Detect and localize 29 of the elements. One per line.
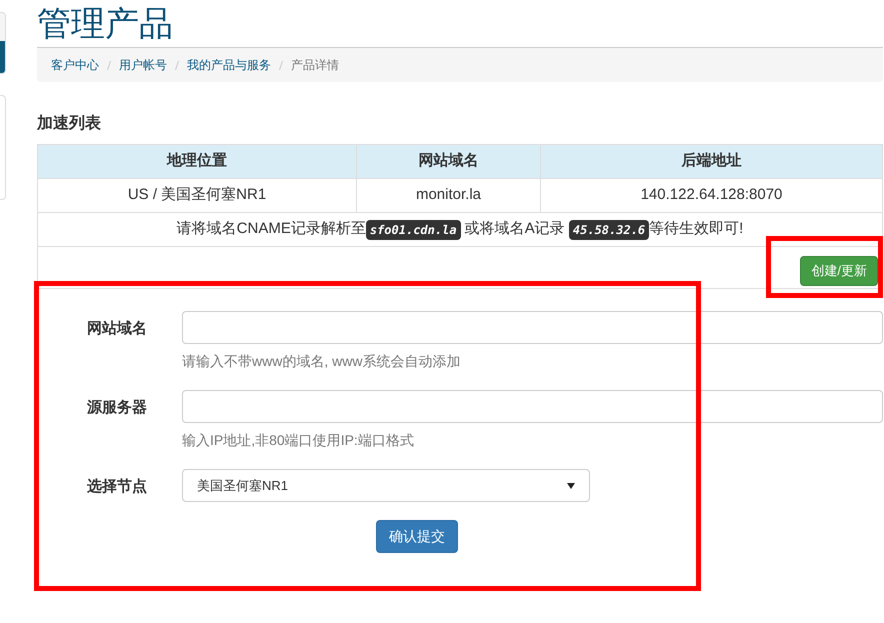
breadcrumb-current: 产品详情 [291,57,339,74]
breadcrumb-link[interactable]: 我的产品与服务 [187,56,271,74]
notice-text: 请将域名CNAME记录解析至 [176,219,366,240]
table-cell: 140.122.64.128:8070 [540,178,882,212]
field-label: 选择节点 [86,477,148,497]
column-header: 网站域名 [356,144,540,178]
breadcrumb-link[interactable]: 客户中心 [51,56,99,74]
field-label: 源服务器 [86,398,148,418]
table-cell: monitor.la [356,178,540,212]
column-header: 后端地址 [540,144,882,178]
input-field[interactable] [182,390,883,423]
caret-icon [567,482,575,488]
separator-icon [107,60,111,70]
code-snippet: 45.58.32.6 [568,220,650,240]
notice-text: 等待生效即可! [649,219,744,240]
section-title: 加速列表 [37,114,102,134]
submit-button[interactable]: 确认提交 [376,520,458,553]
breadcrumb-link[interactable]: 用户帐号 [119,56,167,74]
separator-icon [279,60,283,70]
help-text: 请输入不带www的域名, www系统会自动添加 [182,352,462,371]
code-snippet: sfo01.cdn.la [366,220,461,240]
column-header: 地理位置 [38,144,356,178]
separator-icon [175,60,179,70]
notice-text: 或将域名A记录 [464,219,566,240]
help-text: 输入IP地址,非80端口使用IP:端口格式 [182,431,415,450]
table-cell: US / 美国圣何塞NR1 [38,178,356,212]
input-field[interactable] [182,311,883,344]
dropdown[interactable]: 美国圣何塞NR1 [182,469,590,502]
field-label: 网站域名 [86,319,148,339]
